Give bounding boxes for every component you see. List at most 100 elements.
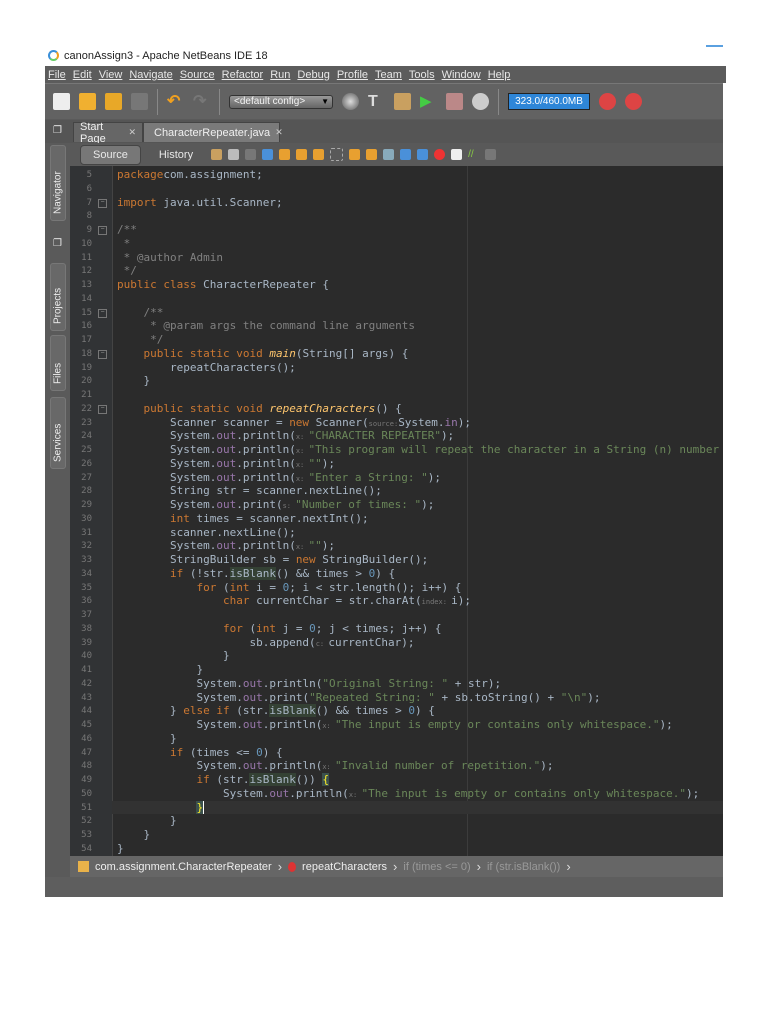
code-line[interactable]: */ bbox=[117, 264, 723, 278]
close-icon[interactable]: ✕ bbox=[275, 127, 283, 138]
code-line[interactable]: } bbox=[117, 814, 723, 828]
forward-icon[interactable] bbox=[245, 149, 257, 160]
code-line[interactable]: System.out.println(x: "Invalid number of… bbox=[117, 759, 723, 773]
menu-help[interactable]: Help bbox=[488, 69, 511, 81]
side-tab-projects[interactable]: Projects bbox=[50, 263, 66, 331]
code-line[interactable]: System.out.println(x: "Enter a String: "… bbox=[117, 471, 723, 485]
code-line[interactable] bbox=[117, 182, 723, 196]
find-previous-icon[interactable] bbox=[279, 149, 291, 160]
snapshot-icon[interactable] bbox=[625, 93, 642, 110]
stop-macro-icon[interactable] bbox=[451, 149, 463, 160]
code-line[interactable]: } bbox=[117, 649, 723, 663]
code-line[interactable]: System.out.println(x: "This program will… bbox=[117, 443, 723, 457]
code-line[interactable]: System.out.println("Original String: " +… bbox=[117, 677, 723, 691]
code-line[interactable]: } else if (str.isBlank() && times > 0) { bbox=[117, 704, 723, 718]
code-line[interactable]: StringBuilder sb = new StringBuilder(); bbox=[117, 553, 723, 567]
shift-right-icon[interactable] bbox=[417, 149, 429, 160]
history-tab[interactable]: History bbox=[147, 146, 205, 164]
tab-character-repeater[interactable]: CharacterRepeater.java ✕ bbox=[143, 122, 283, 142]
code-line[interactable]: } bbox=[117, 732, 723, 746]
code-line[interactable]: packagecom.assignment; bbox=[117, 168, 723, 182]
code-line[interactable]: Scanner scanner = new Scanner(source:Sys… bbox=[117, 416, 723, 430]
code-line[interactable]: public static void main(String[] args) { bbox=[117, 347, 723, 361]
next-bookmark-icon[interactable] bbox=[366, 149, 378, 160]
menu-tools[interactable]: Tools bbox=[409, 69, 435, 81]
code-line[interactable]: System.out.println(x: "CHARACTER REPEATE… bbox=[117, 429, 723, 443]
side-tab-services[interactable]: Services bbox=[50, 397, 66, 469]
find-next-icon[interactable] bbox=[296, 149, 308, 160]
menu-profile[interactable]: Profile bbox=[337, 69, 368, 81]
menu-window[interactable]: Window bbox=[442, 69, 481, 81]
code-line[interactable]: } bbox=[117, 374, 723, 388]
rect-select-icon[interactable] bbox=[330, 148, 344, 161]
fold-toggle-icon[interactable]: − bbox=[98, 226, 107, 235]
redo-icon[interactable]: ↷ bbox=[193, 93, 210, 110]
side-tab-navigator[interactable]: Navigator bbox=[50, 145, 66, 221]
breadcrumb-if-blank[interactable]: if (str.isBlank()) bbox=[487, 861, 560, 873]
save-all-icon[interactable] bbox=[131, 93, 148, 110]
side-tab-files[interactable]: Files bbox=[50, 335, 66, 391]
undo-icon[interactable]: ↶ bbox=[167, 93, 184, 110]
code-line[interactable]: for (int i = 0; i < str.length(); i++) { bbox=[117, 581, 723, 595]
last-edit-icon[interactable] bbox=[211, 149, 223, 160]
code-line[interactable]: scanner.nextLine(); bbox=[117, 526, 723, 540]
fold-toggle-icon[interactable]: − bbox=[98, 349, 107, 359]
toggle-bookmark-icon[interactable] bbox=[383, 149, 395, 160]
code-line[interactable]: public static void repeatCharacters() { bbox=[117, 402, 723, 416]
code-line[interactable]: sb.append(c: currentChar); bbox=[117, 636, 723, 650]
menu-debug[interactable]: Debug bbox=[297, 69, 329, 81]
code-editor[interactable]: 5 6 7−8 9−10 11 12 13 14 15−16 17 18−19 20 21 22−23 24… bbox=[70, 166, 723, 856]
debug-icon[interactable] bbox=[446, 93, 463, 110]
back-icon[interactable] bbox=[228, 149, 240, 160]
code-line[interactable]: if (!str.isBlank() && times > 0) { bbox=[117, 566, 723, 581]
code-line[interactable]: System.out.println(x: "The input is empt… bbox=[117, 718, 723, 732]
run-icon[interactable]: ▶ bbox=[420, 93, 437, 110]
menu-view[interactable]: View bbox=[99, 69, 123, 81]
find-icon[interactable] bbox=[262, 149, 274, 160]
code-line[interactable]: /** bbox=[117, 223, 723, 237]
fold-toggle-icon[interactable]: − bbox=[98, 404, 107, 414]
code-line[interactable]: System.out.print("Repeated String: " + s… bbox=[117, 691, 723, 705]
code-line[interactable]: * @author Admin bbox=[117, 251, 723, 265]
code-line[interactable]: System.out.println(x: "The input is empt… bbox=[117, 787, 723, 801]
start-macro-icon[interactable] bbox=[434, 149, 446, 160]
open-project-icon[interactable] bbox=[105, 93, 122, 110]
code-line[interactable]: char currentChar = str.charAt(index: i); bbox=[117, 594, 723, 608]
tab-start-page[interactable]: Start Page ✕ bbox=[73, 121, 143, 145]
code-line[interactable]: } bbox=[117, 663, 723, 677]
code-line[interactable]: * bbox=[117, 237, 723, 251]
code-line[interactable]: System.out.println(x: ""); bbox=[117, 539, 723, 553]
prev-bookmark-icon[interactable] bbox=[349, 149, 361, 160]
toggle-highlight-icon[interactable] bbox=[313, 149, 325, 160]
code-line[interactable]: * @param args the command line arguments bbox=[117, 319, 723, 333]
breadcrumb-class[interactable]: com.assignment.CharacterRepeater bbox=[95, 861, 272, 873]
code-line[interactable]: import java.util.Scanner; bbox=[117, 196, 723, 210]
minimize-button[interactable] bbox=[706, 45, 723, 47]
code-line[interactable] bbox=[117, 292, 723, 306]
restore-window-icon[interactable]: ❐ bbox=[53, 125, 62, 136]
shift-left-icon[interactable] bbox=[400, 149, 412, 160]
code-line[interactable]: System.out.print(s: "Number of times: ")… bbox=[117, 498, 723, 512]
comment-icon[interactable]: // bbox=[468, 149, 479, 160]
code-line[interactable] bbox=[117, 388, 723, 402]
profile-icon[interactable] bbox=[472, 93, 489, 110]
clean-build-icon[interactable] bbox=[394, 93, 411, 110]
uncomment-icon[interactable] bbox=[485, 149, 497, 160]
menu-edit[interactable]: Edit bbox=[73, 69, 92, 81]
code-line[interactable]: int times = scanner.nextInt(); bbox=[117, 512, 723, 526]
build-hammer-icon[interactable]: T bbox=[368, 93, 385, 110]
config-select[interactable]: <default config> bbox=[229, 94, 333, 109]
code-line-current[interactable]: } bbox=[112, 800, 723, 815]
menu-file[interactable]: File bbox=[48, 69, 66, 81]
code-line[interactable]: if (str.isBlank()) { bbox=[117, 773, 723, 787]
code-line[interactable] bbox=[117, 608, 723, 622]
menu-team[interactable]: Team bbox=[375, 69, 402, 81]
code-line[interactable] bbox=[117, 209, 723, 223]
menu-refactor[interactable]: Refactor bbox=[222, 69, 264, 81]
menu-run[interactable]: Run bbox=[270, 69, 290, 81]
code-line[interactable]: String str = scanner.nextLine(); bbox=[117, 484, 723, 498]
close-icon[interactable]: ✕ bbox=[128, 127, 136, 138]
globe-icon[interactable] bbox=[342, 93, 359, 110]
menu-source[interactable]: Source bbox=[180, 69, 215, 81]
new-file-icon[interactable] bbox=[53, 93, 70, 110]
